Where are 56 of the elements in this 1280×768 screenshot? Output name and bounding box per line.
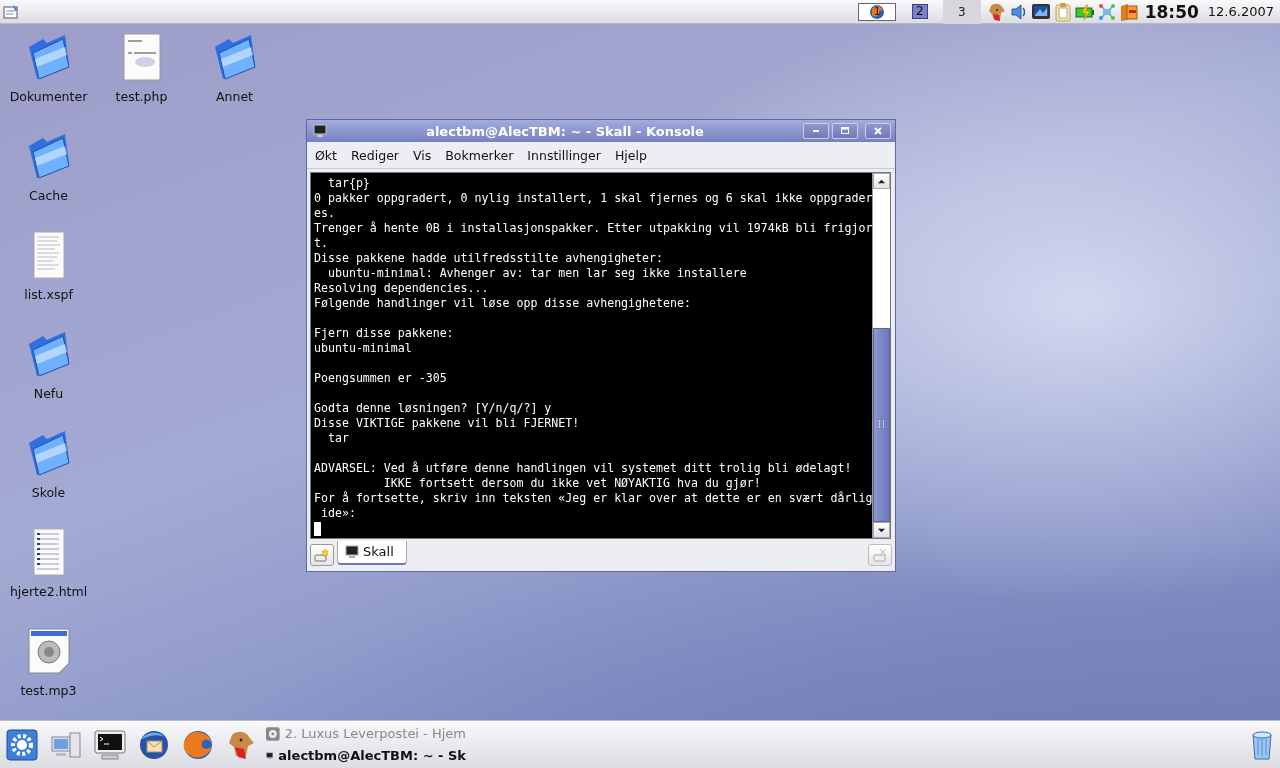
desktop-icon-label[interactable]: Cache	[29, 188, 68, 203]
desktop-icon-label[interactable]: test.php	[115, 89, 168, 104]
dog-icon[interactable]	[986, 1, 1007, 22]
desktop-icon-label[interactable]: hjerte2.html	[9, 584, 88, 599]
grip-icon	[877, 420, 886, 430]
fox-globe-icon[interactable]	[182, 728, 214, 761]
notebook-icon[interactable]	[1118, 1, 1139, 22]
desktop-icon-label[interactable]: Dokumenter	[9, 89, 88, 104]
terminal-output: tar{p} 0 pakker oppgradert, 0 nylig installert, 1 skal fjernes og 6 skal ikke oppgrader es. Trenger å hente 0B i installasjonspakker. Etter utpakking vil 1974kB bli frigjor t. Disse pakkene hadde utilfredsstilte avhengigheter: ubuntu-minimal: Avhenger av: tar men lar seg ikke installere Resolving dependencies... Følgende handlinger vil løse opp disse avhengighetene: Fjern disse pakkene: ubuntu-minimal Poengsummen er -305 Godta denne løsningen? [Y/n/q/?] y Disse VIKTIGE pakkene vil bli FJERNET! tar ADVARSEL: Ved å utføre denne handlingen vil systemet ditt trolig bli ødelagt! IKKE fortsett dersom du ikke vet NØYAKTIG hva du gjør! For å fortsette, skriv inn teksten «Jeg er klar over at dette er en svært dårlig ide»:	[314, 176, 873, 521]
desktop-pager-cell[interactable]: 3	[942, 0, 981, 24]
maximize-icon	[840, 126, 850, 136]
close-button[interactable]	[865, 123, 891, 139]
desktop-icon-label[interactable]: list.xspf	[24, 287, 73, 302]
menu-item[interactable]: Rediger	[345, 145, 405, 165]
tab[interactable]: Skall	[337, 541, 407, 565]
terminal-icon	[345, 544, 359, 559]
desktop-pager-cell[interactable]: 2	[900, 0, 939, 24]
scroll-thumb[interactable]	[873, 328, 890, 522]
menu-item[interactable]: Bokmerker	[439, 145, 520, 165]
desktop-pager-cell[interactable]: 1	[856, 0, 897, 24]
menu-item[interactable]: Hjelp	[608, 145, 653, 165]
close-tab-icon	[872, 547, 888, 563]
scroll-up-button[interactable]	[873, 173, 890, 189]
clock-date[interactable]: 12.6.2007	[1207, 4, 1274, 19]
menu-item[interactable]: Økt	[309, 145, 343, 165]
envelope-globe-icon[interactable]	[138, 728, 170, 761]
desktop-number: 1	[873, 4, 881, 18]
trash-icon[interactable]	[1250, 728, 1274, 761]
taskbar-button[interactable]: alectbm@AlecTBM: ~ - Sk	[266, 745, 466, 766]
desktop-icon-label[interactable]: Nefu	[33, 386, 64, 401]
desktop-number: 3	[957, 4, 966, 19]
globe-icon	[868, 3, 885, 20]
desktop-icon-label[interactable]: Skole	[31, 485, 66, 500]
battery-icon[interactable]	[1074, 1, 1095, 22]
disc-icon	[266, 726, 280, 741]
close-icon	[873, 126, 883, 136]
menu-item[interactable]: Vis	[407, 145, 438, 165]
new-tab-icon	[314, 547, 330, 563]
maximize-button[interactable]	[832, 123, 858, 139]
gear-icon[interactable]	[6, 728, 38, 761]
minimize-button[interactable]	[803, 123, 829, 139]
terminal-icon[interactable]	[313, 124, 327, 138]
clock-time[interactable]: 18:50	[1144, 1, 1199, 22]
desktop-number: 2	[911, 4, 928, 19]
menu-item[interactable]: Innstillinger	[521, 145, 607, 165]
desktop-icon-label[interactable]: Annet	[216, 89, 253, 104]
new-tab-button[interactable]	[310, 544, 334, 566]
terminal-icon[interactable]	[94, 728, 126, 761]
clipboard-icon[interactable]	[1052, 1, 1073, 22]
window-title: alectbm@AlecTBM: ~ - Skall - Konsole	[425, 123, 705, 139]
monitor-icon[interactable]	[1030, 1, 1051, 22]
desktop-icon-label[interactable]: test.mp3	[20, 683, 77, 698]
scroll-down-button[interactable]	[873, 522, 890, 538]
notepad-icon[interactable]	[2, 2, 20, 21]
scrollbar[interactable]	[872, 173, 890, 538]
network-icon[interactable]	[1096, 1, 1117, 22]
